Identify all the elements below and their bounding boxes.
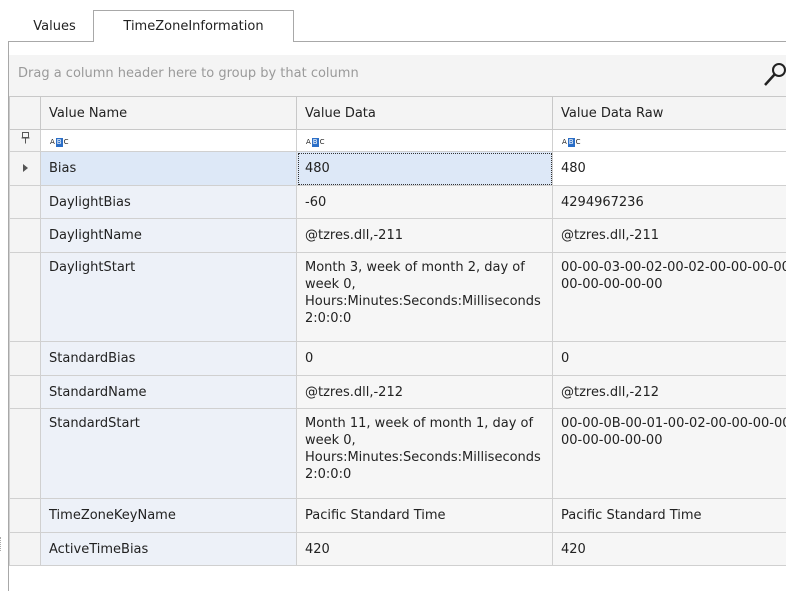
row-indicator xyxy=(9,408,41,499)
row-indicator xyxy=(9,375,41,409)
row-indicator xyxy=(9,532,41,566)
abc-text-filter-icon: ABC xyxy=(50,138,69,147)
cell-value-name[interactable]: ActiveTimeBias xyxy=(40,532,297,566)
cell-value-name[interactable]: StandardStart xyxy=(40,408,297,499)
filter-cell-value-data-raw[interactable]: ABC xyxy=(552,129,786,152)
filter-cell-value-data[interactable]: ABC xyxy=(296,129,553,152)
splitter-grip[interactable] xyxy=(0,537,4,551)
current-row-arrow-icon xyxy=(22,164,28,172)
search-icon[interactable] xyxy=(762,61,786,89)
cell-value-data[interactable]: @tzres.dll,-212 xyxy=(296,375,553,409)
cell-value-name[interactable]: DaylightStart xyxy=(40,252,297,342)
cell-value-data[interactable]: Pacific Standard Time xyxy=(296,498,553,533)
cell-value-name[interactable]: DaylightName xyxy=(40,218,297,253)
cell-value-data[interactable]: Month 11, week of month 1, day of week 0… xyxy=(296,408,553,499)
cell-value-data[interactable]: 420 xyxy=(296,532,553,566)
tab-values[interactable]: Values xyxy=(16,10,93,42)
abc-text-filter-icon: ABC xyxy=(562,138,581,147)
cell-value-data[interactable]: 480 xyxy=(296,151,553,186)
cell-value-data-raw[interactable]: @tzres.dll,-212 xyxy=(552,375,786,409)
cell-value-data-raw[interactable]: 00-00-03-00-02-00-02-00-00-00-00-00-00-0… xyxy=(552,252,786,342)
row-indicator xyxy=(9,498,41,533)
abc-text-filter-icon: ABC xyxy=(306,138,325,147)
table-row[interactable]: StandardBias 0 0 xyxy=(9,341,786,376)
cell-value-data[interactable]: @tzres.dll,-211 xyxy=(296,218,553,253)
cell-value-name[interactable]: StandardBias xyxy=(40,341,297,376)
cell-value-data-raw[interactable]: 00-00-0B-00-01-00-02-00-00-00-00-00-00-0… xyxy=(552,408,786,499)
row-indicator xyxy=(9,218,41,253)
group-by-panel[interactable]: Drag a column header here to group by th… xyxy=(9,55,786,96)
filter-cell-value-name[interactable]: ABC xyxy=(40,129,297,152)
row-indicator xyxy=(9,252,41,342)
cell-value-data-raw[interactable]: 0 xyxy=(552,341,786,376)
table-row[interactable]: DaylightBias -60 4294967236 xyxy=(9,185,786,219)
table-row[interactable]: StandardStart Month 11, week of month 1,… xyxy=(9,408,786,499)
group-by-hint: Drag a column header here to group by th… xyxy=(18,66,359,81)
cell-value-data-raw[interactable]: 4294967236 xyxy=(552,185,786,219)
table-row[interactable]: DaylightName @tzres.dll,-211 @tzres.dll,… xyxy=(9,218,786,253)
cell-value-data-raw[interactable]: Pacific Standard Time xyxy=(552,498,786,533)
table-row[interactable]: StandardName @tzres.dll,-212 @tzres.dll,… xyxy=(9,375,786,409)
header-indicator-cell xyxy=(9,96,41,130)
filter-row: ABC ABC ABC xyxy=(9,129,786,152)
column-header-value-data-raw[interactable]: Value Data Raw xyxy=(552,96,786,130)
tab-strip: Values TimeZoneInformation xyxy=(0,0,786,42)
tab-timezoneinformation[interactable]: TimeZoneInformation xyxy=(93,10,294,42)
cell-value-data-raw[interactable]: @tzres.dll,-211 xyxy=(552,218,786,253)
table-row[interactable]: TimeZoneKeyName Pacific Standard Time Pa… xyxy=(9,498,786,533)
row-indicator xyxy=(9,151,41,186)
row-indicator xyxy=(9,185,41,219)
pin-icon xyxy=(21,132,29,144)
cell-value-data-raw[interactable]: 420 xyxy=(552,532,786,566)
column-header-value-data[interactable]: Value Data xyxy=(296,96,553,130)
cell-value-data-raw[interactable]: 480 xyxy=(552,151,786,186)
row-indicator xyxy=(9,341,41,376)
cell-value-data[interactable]: 0 xyxy=(296,341,553,376)
column-header-value-name[interactable]: Value Name xyxy=(40,96,297,130)
cell-value-data[interactable]: -60 xyxy=(296,185,553,219)
cell-value-data[interactable]: Month 3, week of month 2, day of week 0,… xyxy=(296,252,553,342)
cell-value-name[interactable]: DaylightBias xyxy=(40,185,297,219)
cell-value-name[interactable]: Bias xyxy=(40,151,297,186)
filter-row-indicator xyxy=(9,129,41,152)
cell-value-name[interactable]: StandardName xyxy=(40,375,297,409)
grid-header-row: Value Name Value Data Value Data Raw xyxy=(9,96,786,130)
table-row[interactable]: Bias 480 480 xyxy=(9,151,786,186)
table-row[interactable]: ActiveTimeBias 420 420 xyxy=(9,532,786,566)
cell-value-name[interactable]: TimeZoneKeyName xyxy=(40,498,297,533)
values-grid: Value Name Value Data Value Data Raw ABC… xyxy=(9,96,786,566)
table-row[interactable]: DaylightStart Month 3, week of month 2, … xyxy=(9,252,786,342)
